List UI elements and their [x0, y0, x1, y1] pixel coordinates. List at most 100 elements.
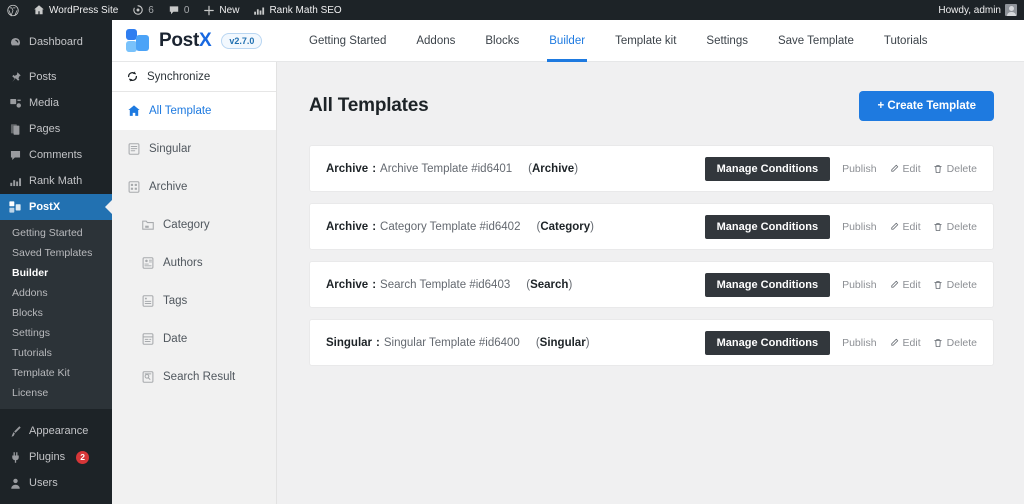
template-list: Archive : Archive Template #id6401 (Arch… — [309, 145, 994, 366]
site-name-menu[interactable]: WordPress Site — [26, 0, 125, 20]
builder-sidebar: Synchronize All Template Singular Archiv… — [112, 62, 277, 504]
tab-addons[interactable]: Addons — [401, 20, 470, 62]
builder-item-category[interactable]: Category — [112, 206, 276, 244]
builder-item-singular[interactable]: Singular — [112, 130, 276, 168]
template-scope: (Category) — [536, 220, 595, 233]
sidebar-item-comments[interactable]: Comments — [0, 142, 112, 168]
edit-link[interactable]: Edit — [889, 221, 921, 233]
template-scope: (Archive) — [528, 162, 579, 175]
manage-conditions-button[interactable]: Manage Conditions — [704, 156, 831, 181]
builder-item-label: Tags — [163, 295, 188, 307]
sidebar-item-pages[interactable]: Pages — [0, 116, 112, 142]
row-actions: Manage Conditions Publish Edit Delete — [704, 272, 977, 297]
delete-link[interactable]: Delete — [933, 221, 977, 233]
submenu-item-getting-started[interactable]: Getting Started — [0, 223, 112, 243]
sidebar-item-media[interactable]: Media — [0, 90, 112, 116]
builder-item-all-template[interactable]: All Template — [112, 92, 276, 130]
sidebar-item-postx[interactable]: PostX — [0, 194, 112, 220]
tab-builder[interactable]: Builder — [534, 20, 600, 62]
archive-icon — [126, 180, 141, 195]
main-content: All Templates + Create Template Archive … — [277, 62, 1024, 504]
builder-item-label: Search Result — [163, 371, 236, 383]
submenu-item-template-kit[interactable]: Template Kit — [0, 363, 112, 383]
plugin-name-suffix: X — [198, 29, 212, 51]
media-icon — [8, 96, 22, 110]
delete-label: Delete — [946, 220, 977, 233]
builder-item-archive[interactable]: Archive — [112, 168, 276, 206]
plugin-name-prefix: Post — [159, 29, 199, 51]
sidebar-item-tools[interactable]: Tools — [0, 496, 112, 504]
template-colon: : — [372, 162, 377, 175]
manage-conditions-button[interactable]: Manage Conditions — [704, 330, 831, 355]
row-actions: Manage Conditions Publish Edit Delete — [704, 214, 977, 239]
tab-tutorials[interactable]: Tutorials — [869, 20, 943, 62]
submenu-item-license[interactable]: License — [0, 383, 112, 403]
create-template-button[interactable]: + Create Template — [859, 91, 994, 121]
delete-label: Delete — [946, 278, 977, 291]
rank-math-icon — [8, 174, 22, 188]
delete-link[interactable]: Delete — [933, 163, 977, 175]
edit-label: Edit — [902, 220, 921, 233]
tab-blocks[interactable]: Blocks — [470, 20, 534, 62]
sidebar-label: Media — [29, 97, 59, 109]
template-type: Archive — [326, 220, 369, 233]
submenu-item-saved-templates[interactable]: Saved Templates — [0, 243, 112, 263]
publish-label: Publish — [842, 278, 877, 291]
submenu-item-addons[interactable]: Addons — [0, 283, 112, 303]
publish-link[interactable]: Publish — [842, 337, 876, 349]
sidebar-item-rank-math[interactable]: Rank Math — [0, 168, 112, 194]
edit-link[interactable]: Edit — [889, 337, 921, 349]
publish-label: Publish — [842, 336, 877, 349]
builder-item-tags[interactable]: Tags — [112, 282, 276, 320]
builder-item-label: Category — [163, 219, 210, 231]
comments-menu[interactable]: 0 — [161, 0, 197, 20]
wp-logo-menu[interactable] — [0, 0, 26, 20]
tab-getting-started[interactable]: Getting Started — [294, 20, 401, 62]
submenu-item-tutorials[interactable]: Tutorials — [0, 343, 112, 363]
sidebar-item-plugins[interactable]: Plugins 2 — [0, 444, 112, 470]
manage-conditions-button[interactable]: Manage Conditions — [704, 272, 831, 297]
submenu-item-blocks[interactable]: Blocks — [0, 303, 112, 323]
tab-save-template[interactable]: Save Template — [763, 20, 869, 62]
table-row[interactable]: Archive : Category Template #id6402 (Cat… — [309, 203, 994, 250]
comment-bubble-icon — [168, 4, 180, 16]
table-row[interactable]: Singular : Singular Template #id6400 (Si… — [309, 319, 994, 366]
table-row[interactable]: Archive : Archive Template #id6401 (Arch… — [309, 145, 994, 192]
delete-link[interactable]: Delete — [933, 337, 977, 349]
synchronize-button[interactable]: Synchronize — [112, 62, 276, 92]
sidebar-item-appearance[interactable]: Appearance — [0, 418, 112, 444]
tab-settings[interactable]: Settings — [691, 20, 763, 62]
rank-math-menu[interactable]: Rank Math SEO — [246, 0, 348, 20]
manage-conditions-button[interactable]: Manage Conditions — [704, 214, 831, 239]
plugin-brand: PostX v2.7.0 — [112, 28, 277, 53]
page-title: All Templates — [309, 95, 429, 116]
submenu-item-settings[interactable]: Settings — [0, 323, 112, 343]
submenu-item-builder[interactable]: Builder — [0, 263, 112, 283]
sidebar-item-users[interactable]: Users — [0, 470, 112, 496]
trash-icon — [933, 337, 944, 348]
table-row[interactable]: Archive : Search Template #id6403 (Searc… — [309, 261, 994, 308]
publish-link[interactable]: Publish — [842, 163, 876, 175]
publish-link[interactable]: Publish — [842, 279, 876, 291]
account-menu[interactable]: Howdy, admin — [931, 0, 1024, 20]
synchronize-label: Synchronize — [147, 70, 211, 83]
template-scope: (Singular) — [535, 336, 590, 349]
sidebar-item-posts[interactable]: Posts — [0, 64, 112, 90]
builder-item-search-result[interactable]: Search Result — [112, 358, 276, 396]
pencil-icon — [889, 279, 900, 290]
delete-link[interactable]: Delete — [933, 279, 977, 291]
publish-link[interactable]: Publish — [842, 221, 876, 233]
new-content-menu[interactable]: New — [196, 0, 246, 20]
edit-link[interactable]: Edit — [889, 279, 921, 291]
edit-label: Edit — [902, 162, 921, 175]
builder-item-authors[interactable]: Authors — [112, 244, 276, 282]
edit-link[interactable]: Edit — [889, 163, 921, 175]
builder-item-date[interactable]: Date — [112, 320, 276, 358]
updates-menu[interactable]: 6 — [125, 0, 161, 20]
tab-template-kit[interactable]: Template kit — [600, 20, 691, 62]
site-name-label: WordPress Site — [49, 4, 119, 16]
edit-label: Edit — [902, 336, 921, 349]
updates-count: 6 — [148, 4, 154, 16]
template-label: Singular : Singular Template #id6400 (Si… — [326, 337, 590, 349]
sidebar-item-dashboard[interactable]: Dashboard — [0, 29, 112, 55]
